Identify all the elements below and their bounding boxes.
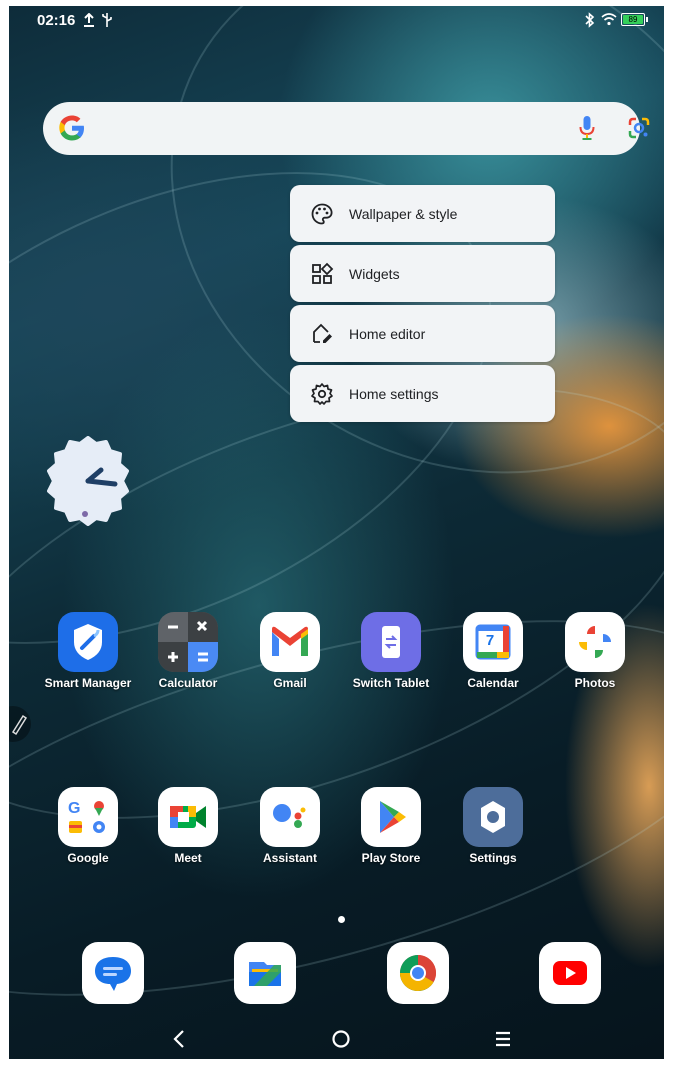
assistant-icon [260, 787, 320, 847]
app-calculator[interactable]: Calculator [140, 612, 236, 690]
battery-level: 89 [628, 15, 638, 24]
app-label: Calculator [158, 676, 218, 690]
clock-widget[interactable] [43, 436, 133, 526]
app-label: Google [67, 851, 109, 865]
navigation-bar [9, 1016, 664, 1059]
microphone-icon[interactable] [579, 115, 595, 141]
app-label: Play Store [361, 851, 421, 865]
shield-icon [58, 612, 118, 672]
upload-icon [84, 13, 94, 27]
menu-item-home-settings[interactable]: Home settings [290, 365, 555, 422]
app-play-store[interactable]: Play Store [343, 787, 439, 865]
google-g-icon[interactable] [57, 113, 87, 143]
meet-icon [158, 787, 218, 847]
wifi-icon [601, 13, 617, 26]
widgets-icon [312, 262, 334, 284]
app-label: Meet [174, 851, 202, 865]
app-meet[interactable]: Meet [140, 787, 236, 865]
battery-icon: 89 [621, 13, 648, 26]
settings-gear-icon [463, 787, 523, 847]
clock-minute-hand [85, 478, 118, 487]
messages-icon [95, 957, 131, 991]
app-calendar[interactable]: 7 Calendar [445, 612, 541, 690]
calendar-date: 7 [485, 632, 495, 649]
calculator-icon [158, 612, 218, 672]
app-label: Photos [574, 676, 616, 690]
edge-panel-handle[interactable] [9, 706, 31, 742]
status-time: 02:16 [37, 12, 76, 29]
back-icon[interactable] [165, 1024, 195, 1054]
app-assistant[interactable]: Assistant [242, 787, 338, 865]
clock-second-dot [82, 511, 88, 517]
home-edit-icon [313, 323, 332, 343]
app-gmail[interactable]: Gmail [242, 612, 338, 690]
app-label: Smart Manager [44, 676, 132, 690]
google-search-bar[interactable] [43, 102, 650, 155]
home-screen[interactable]: 02:16 89 Wallpaper & style Widgets Home … [9, 6, 664, 1059]
google-folder-icon: G [58, 787, 118, 847]
gmail-icon [260, 612, 320, 672]
app-photos[interactable]: Photos [547, 612, 643, 690]
app-label: Switch Tablet [352, 676, 430, 690]
home-icon[interactable] [326, 1024, 356, 1054]
menu-item-label: Home editor [349, 325, 426, 342]
dock-messages[interactable] [82, 942, 144, 1004]
menu-item-label: Home settings [349, 385, 439, 402]
dock-chrome[interactable] [387, 942, 449, 1004]
calendar-icon: 7 [463, 612, 523, 672]
usb-icon [102, 13, 112, 27]
switch-tablet-icon [361, 612, 421, 672]
svg-text:G: G [68, 800, 80, 817]
gear-icon [311, 382, 333, 405]
dock-youtube[interactable] [539, 942, 601, 1004]
youtube-icon [553, 961, 587, 985]
app-label: Settings [469, 851, 517, 865]
recents-icon[interactable] [488, 1024, 518, 1054]
menu-item-home-editor[interactable]: Home editor [290, 305, 555, 362]
pinwheel-icon [565, 612, 625, 672]
menu-item-wallpaper-style[interactable]: Wallpaper & style [290, 185, 555, 242]
files-icon [249, 962, 281, 986]
bluetooth-icon [585, 12, 595, 28]
status-bar: 02:16 89 [9, 6, 664, 36]
app-label: Calendar [467, 676, 519, 690]
menu-item-label: Wallpaper & style [349, 205, 458, 222]
app-settings[interactable]: Settings [445, 787, 541, 865]
palette-icon [311, 203, 333, 224]
dock-files[interactable] [234, 942, 296, 1004]
app-label: Gmail [273, 676, 307, 690]
play-store-icon [361, 787, 421, 847]
google-lens-icon[interactable] [627, 116, 651, 140]
app-google-folder[interactable]: G Google [40, 787, 136, 865]
pencil-icon [11, 714, 28, 736]
app-label: Assistant [262, 851, 318, 865]
app-switch-tablet[interactable]: Switch Tablet [343, 612, 439, 690]
app-smart-manager[interactable]: Smart Manager [40, 612, 136, 690]
menu-item-widgets[interactable]: Widgets [290, 245, 555, 302]
chrome-icon [399, 955, 437, 992]
menu-item-label: Widgets [349, 265, 400, 282]
page-indicator[interactable] [338, 916, 345, 923]
